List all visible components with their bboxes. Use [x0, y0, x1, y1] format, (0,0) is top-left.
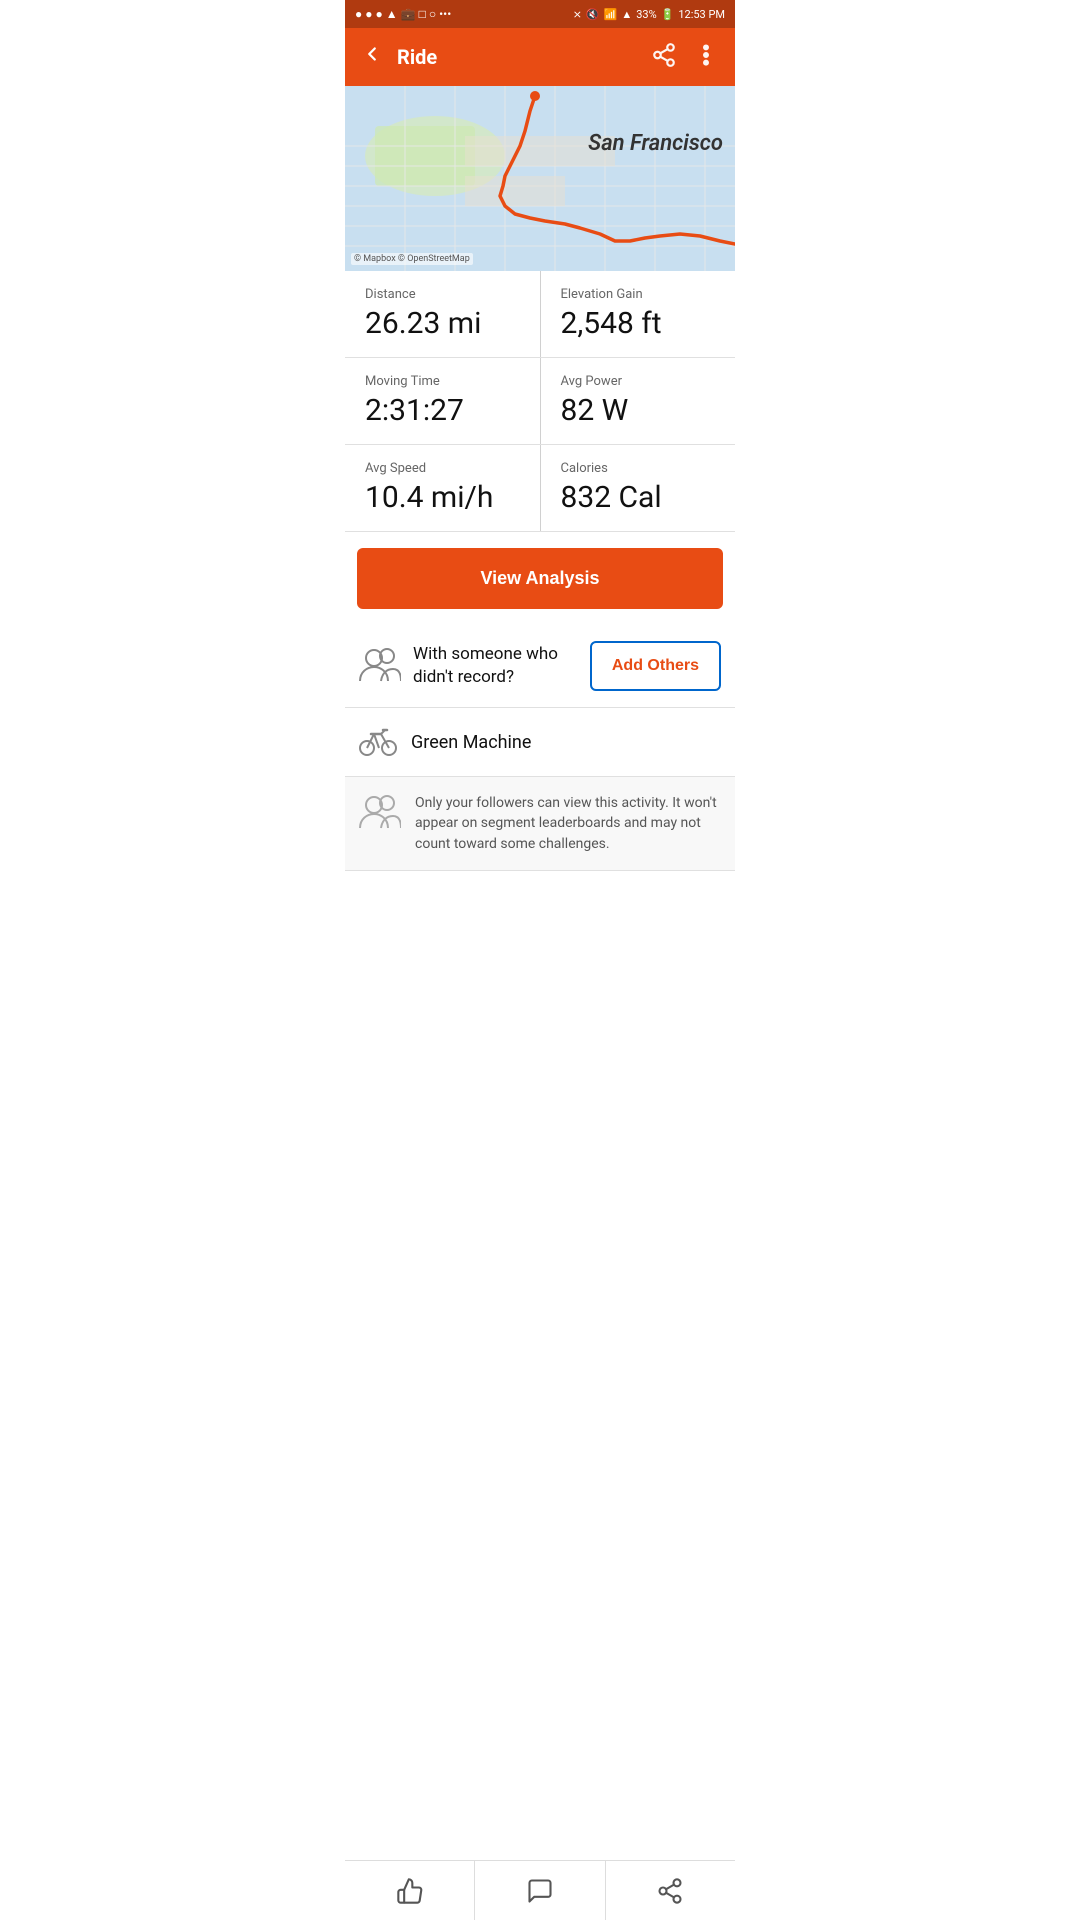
map-background: San Francisco © Mapbox © OpenStreetMap	[345, 86, 735, 271]
stats-row-2: Moving Time 2:31:27 Avg Power 82 W	[345, 358, 735, 445]
more-options-icon[interactable]	[693, 42, 719, 72]
comment-button[interactable]	[475, 1861, 605, 1920]
share-bottom-button[interactable]	[606, 1861, 735, 1920]
with-someone-text: With someone who didn't record?	[413, 643, 578, 689]
top-nav: Ride	[345, 28, 735, 86]
map-section: San Francisco © Mapbox © OpenStreetMap	[345, 86, 735, 271]
page-title: Ride	[397, 45, 651, 69]
bottom-bar	[345, 1860, 735, 1920]
gear-section: Green Machine	[345, 708, 735, 777]
stat-avg-power: Avg Power 82 W	[541, 358, 736, 444]
battery-percent: 33%	[636, 8, 656, 21]
privacy-section: Only your followers can view this activi…	[345, 777, 735, 871]
stat-elevation: Elevation Gain 2,548 ft	[541, 271, 736, 357]
moving-time-value: 2:31:27	[365, 393, 520, 428]
map-copyright: © Mapbox © OpenStreetMap	[351, 253, 473, 265]
status-icons: ● ● ● ▲ 💼 □ ○ •••	[355, 7, 451, 21]
view-analysis-button[interactable]: View Analysis	[357, 548, 723, 609]
signal-icon: ▲	[621, 8, 632, 21]
stat-calories: Calories 832 Cal	[541, 445, 736, 531]
avg-speed-value: 10.4 mi/h	[365, 480, 520, 515]
status-info: ⨯ 🔇 📶 ▲ 33% 🔋 12:53 PM	[573, 8, 725, 21]
map-svg	[345, 86, 735, 271]
calories-value: 832 Cal	[561, 480, 716, 515]
distance-value: 26.23 mi	[365, 306, 520, 341]
stat-moving-time: Moving Time 2:31:27	[345, 358, 541, 444]
bike-icon	[359, 724, 397, 760]
elevation-value: 2,548 ft	[561, 306, 716, 341]
with-someone-section: With someone who didn't record? Add Othe…	[345, 625, 735, 708]
stat-distance: Distance 26.23 mi	[345, 271, 541, 357]
elevation-label: Elevation Gain	[561, 287, 716, 302]
privacy-icon	[359, 793, 401, 833]
gear-name: Green Machine	[411, 732, 531, 753]
back-button[interactable]	[361, 43, 383, 71]
like-button[interactable]	[345, 1861, 475, 1920]
bluetooth-icon: ⨯	[573, 8, 582, 21]
stats-section: Distance 26.23 mi Elevation Gain 2,548 f…	[345, 271, 735, 532]
stats-row-1: Distance 26.23 mi Elevation Gain 2,548 f…	[345, 271, 735, 358]
moving-time-label: Moving Time	[365, 374, 520, 389]
mute-icon: 🔇	[586, 8, 600, 21]
battery-icon: 🔋	[661, 8, 675, 21]
avg-speed-label: Avg Speed	[365, 461, 520, 476]
privacy-text: Only your followers can view this activi…	[415, 793, 721, 854]
group-icon	[359, 646, 401, 686]
avg-power-label: Avg Power	[561, 374, 716, 389]
distance-label: Distance	[365, 287, 520, 302]
add-others-button[interactable]: Add Others	[590, 641, 721, 691]
clock: 12:53 PM	[678, 8, 725, 21]
nav-actions	[651, 42, 719, 72]
status-bar: ● ● ● ▲ 💼 □ ○ ••• ⨯ 🔇 📶 ▲ 33% 🔋 12:53 PM	[345, 0, 735, 28]
avg-power-value: 82 W	[561, 393, 716, 428]
share-icon[interactable]	[651, 42, 677, 72]
calories-label: Calories	[561, 461, 716, 476]
map-city-label: San Francisco	[588, 131, 723, 156]
wifi-icon: 📶	[604, 8, 618, 21]
stats-row-3: Avg Speed 10.4 mi/h Calories 832 Cal	[345, 445, 735, 532]
stat-avg-speed: Avg Speed 10.4 mi/h	[345, 445, 541, 531]
